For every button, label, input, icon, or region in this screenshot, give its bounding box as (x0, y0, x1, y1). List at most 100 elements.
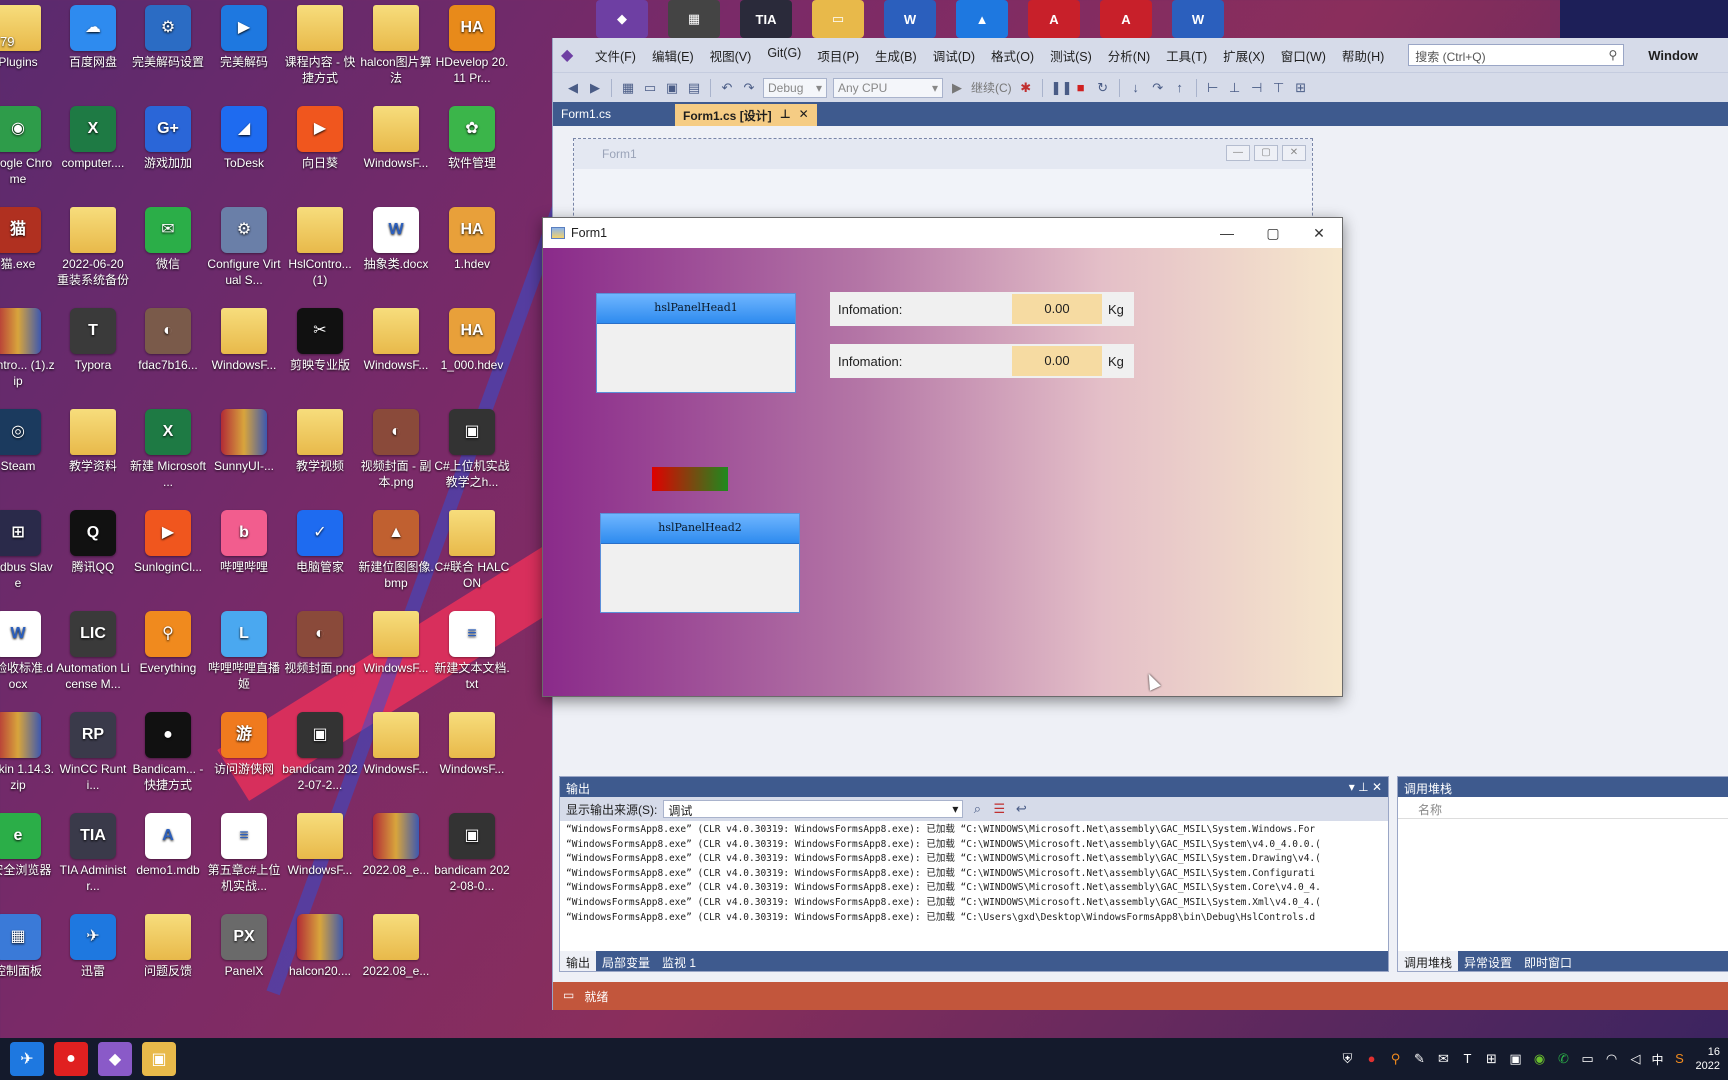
desktop-icon[interactable]: HA 1.hdev (434, 207, 510, 272)
call-stack-tab[interactable]: 异常设置 (1458, 951, 1518, 971)
desktop-icon[interactable]: ✓ 电脑管家 (282, 510, 358, 575)
desktop-icon[interactable]: e 0安全浏览器 (0, 813, 56, 878)
desktop-icon[interactable]: ◐ 视频封面 - 副本.png (358, 409, 434, 490)
desktop-icon[interactable]: 教学资料 (55, 409, 131, 474)
mail-icon[interactable]: ✉ (1436, 1051, 1452, 1067)
desktop-icon[interactable]: WindowsF... (358, 106, 434, 171)
record-app-icon[interactable]: ● (54, 1042, 88, 1076)
visual-studio-logo-icon[interactable]: ◆ (561, 45, 583, 65)
desktop-icon[interactable]: LIC Automation License M... (55, 611, 131, 692)
desktop-icon[interactable]: ▣ bandicam 2022-07-2... (282, 712, 358, 793)
desktop-icon[interactable]: ◐ fdac7b16... (130, 308, 206, 373)
photos-icon[interactable]: ▲ (956, 0, 1008, 38)
menu-item[interactable]: 项目(P) (817, 46, 859, 65)
volume-icon[interactable]: ◁ (1628, 1051, 1644, 1067)
form-app-icon[interactable]: ▣ (142, 1042, 176, 1076)
desktop-icon[interactable]: ⚙ 完美解码设置 (130, 5, 206, 70)
record-icon[interactable]: ● (1364, 1051, 1380, 1067)
desktop-icon[interactable]: halcon20.... (282, 914, 358, 979)
menu-item[interactable]: 扩展(X) (1223, 46, 1265, 65)
menu-item[interactable]: 分析(N) (1108, 46, 1150, 65)
word-icon-2[interactable]: W (1172, 0, 1224, 38)
desktop-icon[interactable]: L 哔哩哔哩直播姬 (206, 611, 282, 692)
desktop-icon[interactable]: ▣ C#上位机实战教学之h... (434, 409, 510, 490)
desktop-icon[interactable]: ✿ 软件管理 (434, 106, 510, 171)
desktop-icon[interactable]: SunnyUI-... (206, 409, 282, 474)
desktop-icon[interactable]: ▶ 向日葵 (282, 106, 358, 171)
desktop-icon[interactable]: ◉ Google Chrome (0, 106, 56, 187)
word-wrap-icon[interactable]: ↩ (1013, 801, 1029, 817)
output-tab[interactable]: 局部变量 (596, 951, 656, 971)
output-source-select[interactable]: 调试 ▾ (663, 800, 964, 818)
find-icon[interactable]: ⌕ (969, 801, 985, 817)
desktop-icon[interactable]: ✉ 微信 (130, 207, 206, 272)
desktop-icon[interactable]: ≡ 第五章c#上位机实战... (206, 813, 282, 894)
menu-item[interactable]: Git(G) (767, 46, 801, 65)
bug-icon[interactable]: ✱ (1018, 80, 1034, 96)
menu-item[interactable]: 调试(D) (933, 46, 975, 65)
desktop-icon[interactable]: 教学视频 (282, 409, 358, 474)
desktop-icon[interactable]: Q 腾讯QQ (55, 510, 131, 575)
desktop-icon[interactable]: RP WinCC Runti... (55, 712, 131, 793)
maximize-button[interactable]: ▢ (1250, 218, 1296, 248)
platform-select[interactable]: Any CPU ▾ (833, 77, 943, 98)
tia-icon[interactable]: TIA (740, 0, 792, 38)
menu-item[interactable]: 工具(T) (1166, 46, 1207, 65)
desktop-icon[interactable]: HA HDevelop 20.11 Pr... (434, 5, 510, 86)
hsl-panel-2[interactable]: hslPanelHead2 (600, 513, 800, 613)
desktop-icon[interactable]: TIA TIA Administr... (55, 813, 131, 894)
desktop-icon[interactable]: X 新建 Microsoft ... (130, 409, 206, 490)
clear-all-icon[interactable]: ☰ (991, 801, 1007, 817)
desktop-icon[interactable]: ◐ 视频封面.png (282, 611, 358, 676)
back-icon[interactable]: ◀ (565, 80, 581, 96)
desktop-icon[interactable]: WindowsF... (358, 611, 434, 676)
redo-icon[interactable]: ↷ (741, 80, 757, 96)
visual-studio-app-icon[interactable]: ◆ (98, 1042, 132, 1076)
desktop-icon[interactable]: HslContro... (1) (282, 207, 358, 288)
desktop-icon[interactable]: WindowsF... (434, 712, 510, 777)
app-tray-icon[interactable]: ▣ (1508, 1051, 1524, 1067)
document-tab[interactable]: Form1.cs [设计] ⊥ ✕ (675, 104, 817, 126)
call-stack-column-name[interactable]: 名称 (1398, 797, 1728, 819)
call-stack-tab[interactable]: 调用堆栈 (1398, 951, 1459, 971)
align-top-icon[interactable]: ⊤ (1271, 80, 1287, 96)
battery-icon[interactable]: ▭ (1580, 1051, 1596, 1067)
undo-icon[interactable]: ↶ (719, 80, 735, 96)
restart-icon[interactable]: ↻ (1095, 80, 1111, 96)
desktop-icon[interactable]: ● Bandicam... - 快捷方式 (130, 712, 206, 793)
minimize-button[interactable]: — (1204, 218, 1250, 248)
desktop-icon[interactable]: Xcomputer.... (55, 106, 131, 171)
play-icon[interactable]: ▶ (949, 80, 965, 96)
ime-indicator[interactable]: 中 (1652, 1051, 1664, 1068)
desktop-icon[interactable]: WindowsF... (282, 813, 358, 878)
menu-item[interactable]: 文件(F) (595, 46, 636, 65)
output-tab[interactable]: 监视 1 (656, 951, 702, 971)
close-tab-icon[interactable]: ✕ (799, 107, 809, 123)
desktop-icon[interactable]: Contro... (1).zip (0, 308, 56, 389)
align-right-icon[interactable]: ⊣ (1249, 80, 1265, 96)
menu-item[interactable]: 帮助(H) (1342, 46, 1384, 65)
desktop-icon[interactable]: WindowsF... (358, 712, 434, 777)
desktop-icon[interactable]: W 抽象类.docx (358, 207, 434, 272)
pdf-icon[interactable]: A (1028, 0, 1080, 38)
desktop-icon[interactable]: ▶ 完美解码 (206, 5, 282, 70)
desktop-icon[interactable]: 游访问游侠网 (206, 712, 282, 777)
align-center-icon[interactable]: ⊥ (1227, 80, 1243, 96)
tia-tray-icon[interactable]: T (1460, 1051, 1476, 1067)
desktop-icon[interactable]: WindowsF... (358, 308, 434, 373)
clock[interactable]: 16 2022 (1696, 1045, 1720, 1073)
menu-item[interactable]: 窗口(W) (1281, 46, 1326, 65)
desktop-icon[interactable]: ◎ Steam (0, 409, 56, 474)
film-icon[interactable]: ▦ (668, 0, 720, 38)
folder-icon[interactable]: ▭ (812, 0, 864, 38)
open-file-icon[interactable]: ▭ (642, 80, 658, 96)
desktop-icon[interactable]: WindowsF... (206, 308, 282, 373)
shield-icon[interactable]: ⛨ (1340, 1051, 1356, 1067)
document-tab[interactable]: Form1.cs (553, 104, 673, 126)
desktop-icon[interactable]: C#联合 HALCON (434, 510, 510, 591)
pause-icon[interactable]: ❚❚ (1051, 80, 1073, 96)
pdf-icon-2[interactable]: A (1100, 0, 1152, 38)
step-over-icon[interactable]: ↷ (1150, 80, 1166, 96)
call-stack-tab[interactable]: 即时窗口 (1518, 951, 1578, 971)
desktop-icon[interactable]: ☁ 百度网盘 (55, 5, 131, 70)
